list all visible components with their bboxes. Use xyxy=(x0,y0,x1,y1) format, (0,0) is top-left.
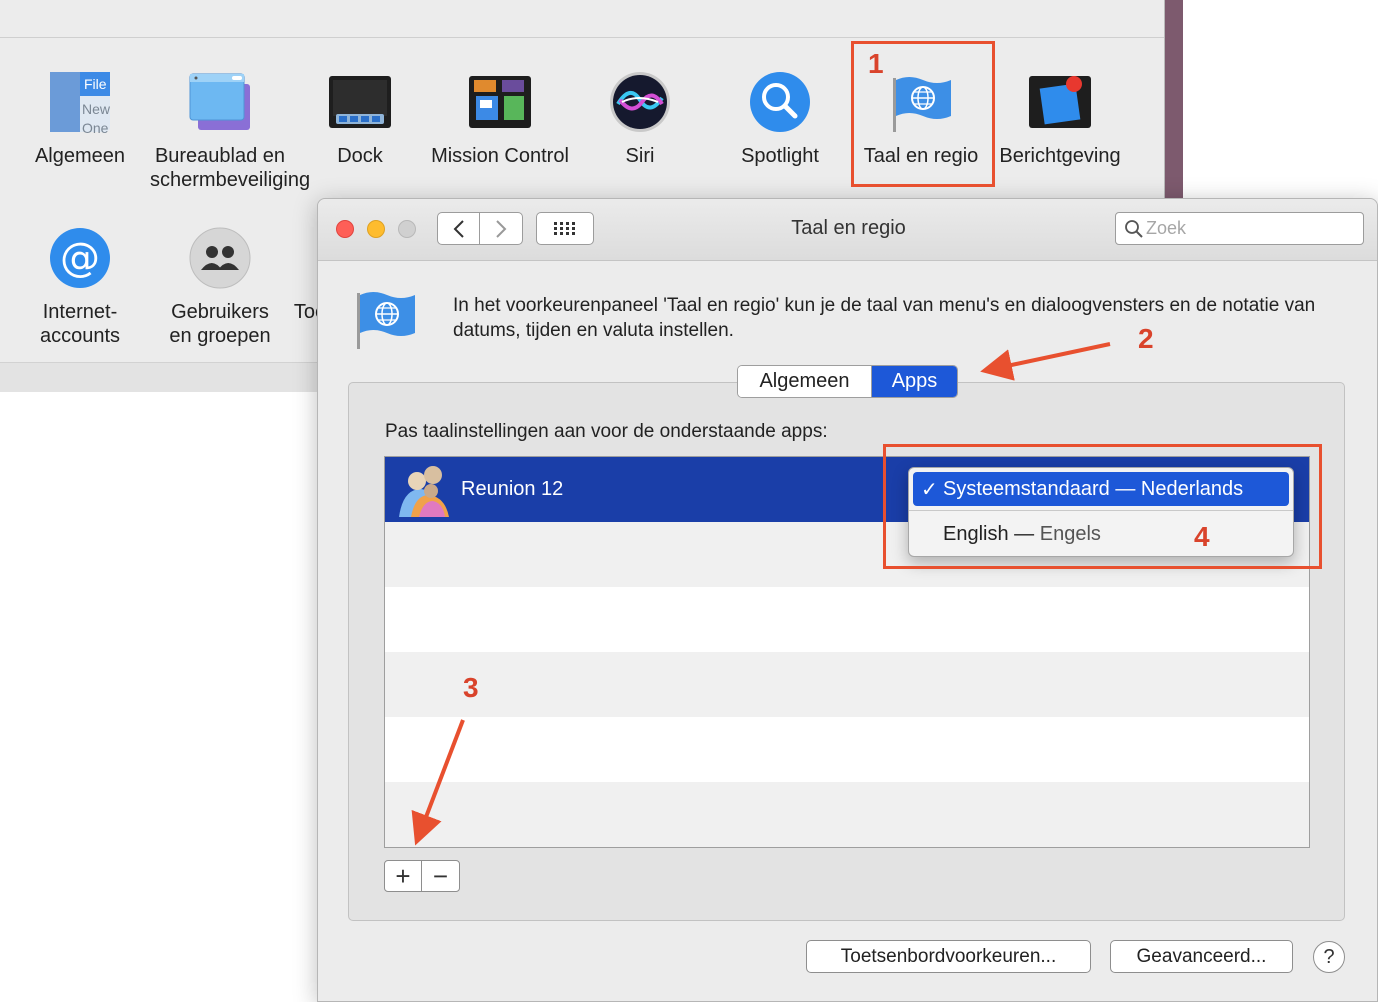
arrow-3 xyxy=(411,719,465,846)
annotation-arrows xyxy=(411,342,1111,846)
arrow-2 xyxy=(980,342,1111,381)
